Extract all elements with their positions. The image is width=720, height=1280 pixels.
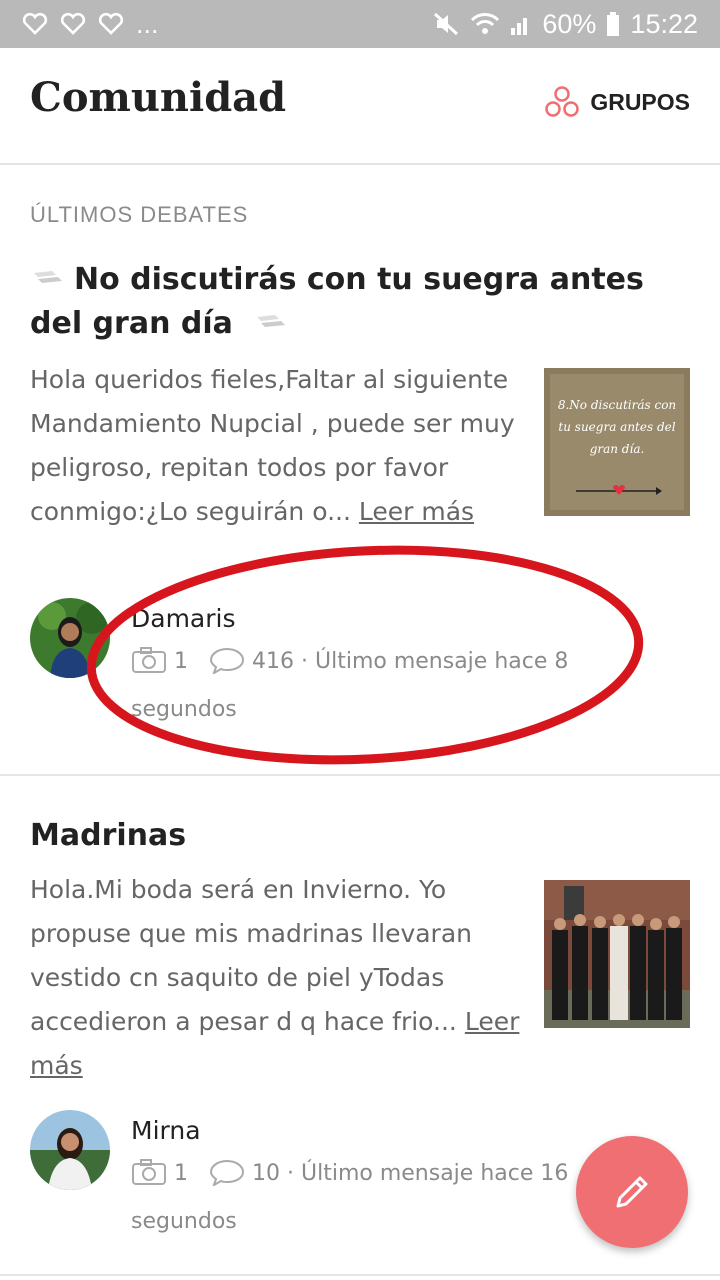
- more-notifications: ...: [136, 8, 159, 39]
- scroll-icon: [34, 271, 62, 283]
- divider: [0, 774, 720, 776]
- author-name[interactable]: Mirna: [131, 1116, 201, 1145]
- comment-icon: [209, 1159, 245, 1188]
- signal-icon: [511, 18, 528, 35]
- read-more-link[interactable]: Leer más: [359, 497, 474, 526]
- heart-notification-icon: [98, 12, 124, 35]
- author-name[interactable]: Damaris: [131, 604, 236, 633]
- camera-icon: [132, 1159, 166, 1185]
- app-header: Comunidad GRUPOS: [0, 48, 720, 165]
- post-excerpt-text: Hola.Mi boda será en Invierno. Yo propus…: [30, 875, 473, 1036]
- pencil-icon: [616, 1176, 648, 1208]
- photo-count: 1: [174, 1161, 188, 1186]
- wifi-icon: [471, 13, 500, 34]
- groups-icon: [545, 86, 580, 117]
- battery-percent: 60%: [542, 8, 597, 39]
- post-meta: 1 10 · Último mensaje hace 16 segundos: [131, 1150, 601, 1246]
- divider: [0, 1274, 720, 1276]
- groups-label: GRUPOS: [590, 88, 690, 115]
- post-title[interactable]: No discutirás con tu suegra antes del gr…: [30, 258, 695, 346]
- post-thumbnail[interactable]: [544, 880, 690, 1028]
- thumbnail-text: 8.No discutirás con tu suegra antes del …: [557, 398, 677, 456]
- avatar[interactable]: [30, 598, 110, 678]
- post-thumbnail[interactable]: 8.No discutirás con tu suegra antes del …: [544, 368, 690, 516]
- page-title: Comunidad: [30, 74, 287, 121]
- status-bar: ... 60% 15:22: [0, 0, 720, 48]
- heart-notification-icon: [60, 12, 86, 35]
- scroll-icon: [257, 315, 286, 327]
- post-title[interactable]: Madrinas: [30, 814, 695, 858]
- post-excerpt: Hola.Mi boda será en Invierno. Yo propus…: [30, 868, 520, 1088]
- avatar[interactable]: [30, 1110, 110, 1190]
- photo-count: 1: [174, 649, 188, 674]
- new-post-button[interactable]: [576, 1136, 688, 1248]
- last-message: · Último mensaje hace 16 segundos: [131, 1161, 569, 1234]
- comment-count: 416: [252, 649, 294, 674]
- groups-button[interactable]: GRUPOS: [544, 86, 690, 118]
- comment-icon: [209, 647, 245, 676]
- comment-count: 10: [252, 1161, 280, 1186]
- notification-icons: ...: [22, 9, 159, 40]
- battery-icon: [607, 12, 620, 36]
- heart-notification-icon: [22, 12, 48, 35]
- clock: 15:22: [630, 8, 698, 39]
- camera-icon: [132, 647, 166, 673]
- mute-icon: [434, 12, 459, 36]
- last-message: · Último mensaje hace 8 segundos: [131, 649, 569, 722]
- post-excerpt: Hola queridos fieles,Faltar al siguiente…: [30, 358, 520, 534]
- section-label: ÚLTIMOS DEBATES: [30, 202, 249, 227]
- post-title-text: No discutirás con tu suegra antes del gr…: [30, 262, 644, 341]
- post-meta: 1 416 · Último mensaje hace 8 segundos: [131, 638, 601, 734]
